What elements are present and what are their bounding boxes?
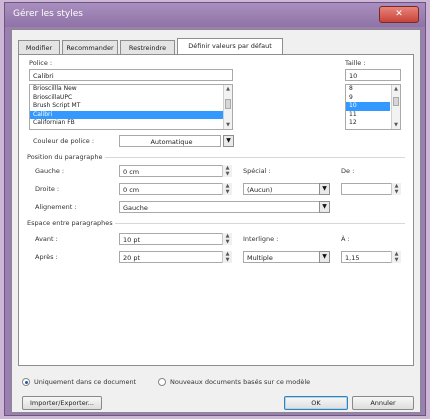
font-list-item[interactable]: Californian FB [30,119,232,128]
scope-new-documents-label[interactable]: Nouveaux documents basés sur ce modèle [170,378,310,386]
size-input[interactable]: 10 [345,69,401,81]
dialog-title: Gérer les styles [13,9,83,19]
chevron-down-icon[interactable]: ▼ [319,251,330,263]
paragraph-section-heading: Position du paragraphe [27,153,103,161]
font-color-label: Couleur de police : [33,137,95,145]
after-input[interactable]: 20 pt [119,251,232,263]
scroll-thumb[interactable] [393,97,399,106]
special-dropdown[interactable]: (Aucun) [243,183,329,195]
tab-panel: Police : Calibri Brioscillla New Briosci… [18,54,414,366]
font-list-item[interactable]: Brioscillla New [30,85,232,94]
font-label: Police : [29,59,53,67]
spin-arrows-icon[interactable]: ▲ ▼ [222,165,232,177]
tab-recommander[interactable]: Recommander [62,40,118,54]
spin-arrows-icon[interactable]: ▲ ▼ [222,233,232,245]
font-color-dropdown[interactable]: Automatique [119,135,221,147]
before-label: Avant : [35,235,58,243]
size-list-scrollbar[interactable]: ▲ ▼ [391,85,400,129]
font-list[interactable]: Brioscillla New BrioscillaUPC Brush Scri… [29,84,233,130]
font-list-item[interactable]: BrioscillaUPC [30,94,232,103]
chevron-down-icon[interactable]: ▼ [319,201,330,213]
font-input[interactable]: Calibri [29,69,233,81]
size-list-item-selected[interactable]: 10 [346,102,390,111]
scope-new-documents-radio[interactable] [158,378,166,386]
scroll-down-icon[interactable]: ▼ [224,121,232,129]
font-list-item[interactable]: Brush Script MT [30,102,232,111]
left-indent-label: Gauche : [35,167,65,175]
size-list[interactable]: 8 9 10 11 12 ▲ ▼ [345,84,401,130]
alignment-dropdown[interactable]: Gauche [119,201,329,213]
import-export-button[interactable]: Importer/Exporter... [22,396,102,410]
chevron-down-icon[interactable]: ▼ [223,135,234,147]
after-label: Après : [35,253,58,261]
scope-this-document-label[interactable]: Uniquement dans ce document [34,378,136,386]
special-label: Spécial : [243,167,271,175]
tab-modifier[interactable]: Modifier [18,40,60,54]
close-button[interactable]: ✕ [379,6,419,23]
font-list-scrollbar[interactable]: ▲ ▼ [223,85,232,129]
spin-arrows-icon[interactable]: ▲ ▼ [222,251,232,263]
dialog-client: Modifier Recommander Restreindre Définir… [11,29,421,413]
spacing-section-heading: Espace entre paragraphes [27,219,113,227]
scope-this-document-radio[interactable] [22,378,30,386]
spin-arrows-icon[interactable]: ▲ ▼ [391,183,401,195]
scroll-down-icon[interactable]: ▼ [392,121,400,129]
dialog-window: Gérer les styles ✕ Modifier Recommander … [4,2,426,416]
tab-definir-valeurs[interactable]: Définir valeurs par défaut [177,38,283,54]
scroll-up-icon[interactable]: ▲ [392,85,400,93]
at-label: À : [341,235,350,243]
divider [115,223,405,224]
size-label: Taille : [345,59,366,67]
chevron-down-icon[interactable]: ▼ [319,183,330,195]
cancel-button[interactable]: Annuler [352,396,414,410]
line-spacing-dropdown[interactable]: Multiple [243,251,329,263]
left-indent-input[interactable]: 0 cm [119,165,232,177]
line-spacing-label: Interligne : [243,235,279,243]
title-bar[interactable]: Gérer les styles ✕ [5,3,425,27]
by-label: De : [341,167,355,175]
before-input[interactable]: 10 pt [119,233,232,245]
spin-arrows-icon[interactable]: ▲ ▼ [222,183,232,195]
right-indent-input[interactable]: 0 cm [119,183,232,195]
scroll-thumb[interactable] [225,99,231,109]
font-list-item-selected[interactable]: Calibri [30,110,232,119]
scroll-up-icon[interactable]: ▲ [224,85,232,93]
alignment-label: Alignement : [35,203,77,211]
divider [105,157,405,158]
right-indent-label: Droite : [35,185,60,193]
ok-button[interactable]: OK [284,396,348,410]
close-icon: ✕ [395,9,403,19]
tab-restreindre[interactable]: Restreindre [120,40,175,54]
spin-arrows-icon[interactable]: ▲ ▼ [391,251,401,263]
